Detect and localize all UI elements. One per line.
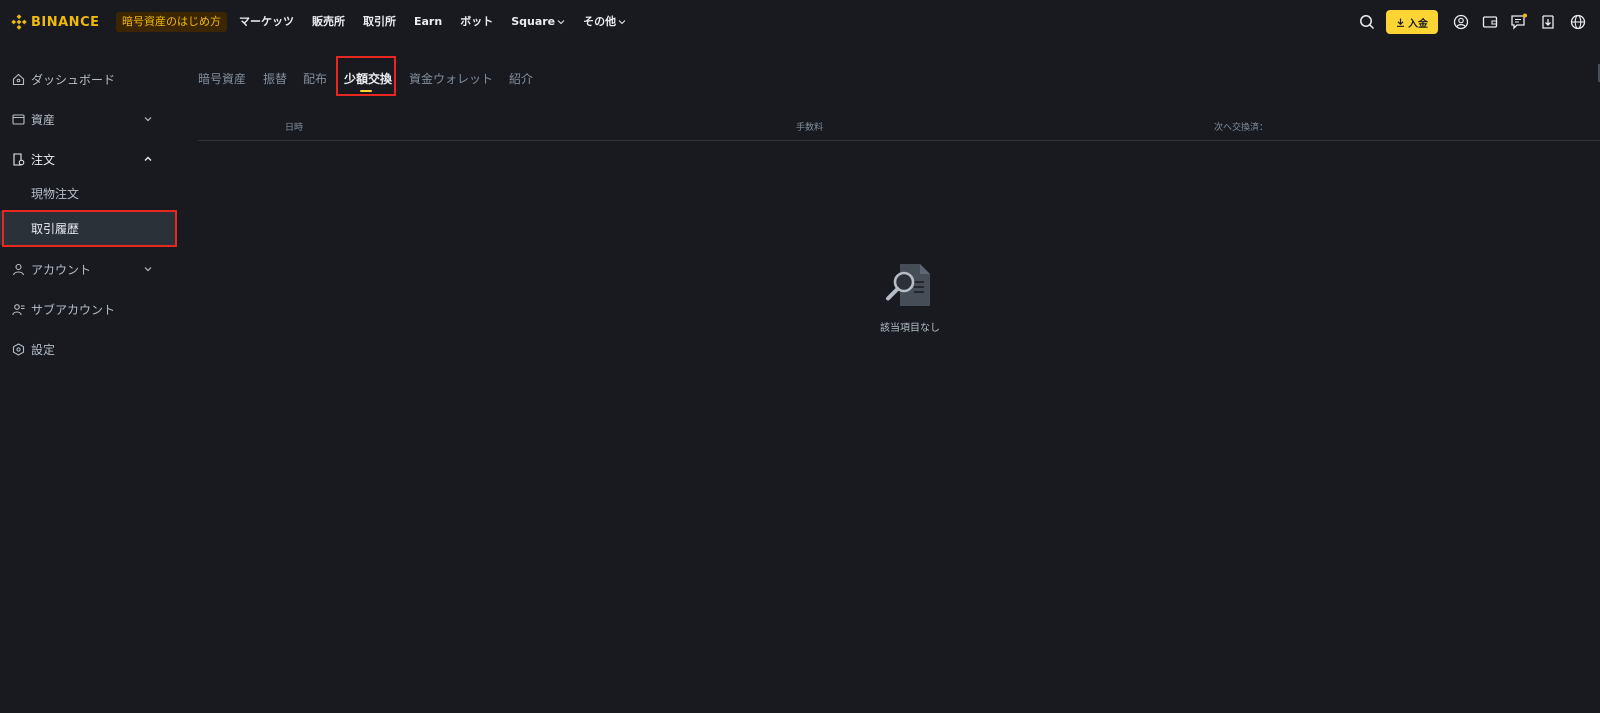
sidebar-item-label: 注文 bbox=[31, 152, 56, 167]
tab-crypto-assets[interactable]: 暗号資産 bbox=[198, 70, 246, 87]
top-bar: BINANCE 暗号資産のはじめ方 マーケッツ 販売所 取引所 Earn ボット… bbox=[0, 0, 1600, 44]
sidebar-subitem-label: 現物注文 bbox=[31, 187, 80, 201]
column-header-converted-to: 次へ交換済： bbox=[1214, 123, 1269, 133]
binance-logo-icon bbox=[11, 14, 27, 30]
nav-exchange[interactable]: 取引所 bbox=[363, 12, 396, 32]
deposit-label: 入金 bbox=[1408, 18, 1428, 30]
brand-name: BINANCE bbox=[31, 14, 100, 30]
active-tab-indicator bbox=[360, 90, 372, 92]
download-icon[interactable] bbox=[1539, 12, 1557, 32]
message-icon[interactable] bbox=[1510, 12, 1528, 32]
sidebar-item-label: アカウント bbox=[31, 262, 92, 277]
sidebar-item-orders[interactable]: 注文 bbox=[0, 146, 175, 172]
user-icon bbox=[11, 262, 25, 276]
sidebar-item-label: 資産 bbox=[31, 112, 56, 127]
nav-label: Earn bbox=[414, 15, 443, 28]
tab-funding-wallet[interactable]: 資金ウォレット bbox=[409, 70, 493, 87]
nav-markets[interactable]: マーケッツ bbox=[239, 12, 294, 32]
chevron-down-icon bbox=[143, 114, 153, 124]
nav-label: その他 bbox=[583, 15, 617, 28]
nav-retail[interactable]: 販売所 bbox=[312, 12, 345, 32]
tab-transfer[interactable]: 振替 bbox=[263, 70, 287, 87]
sidebar-subitem-label: 取引履歴 bbox=[31, 222, 80, 236]
nav-label: 取引所 bbox=[363, 15, 396, 28]
sidebar-item-account[interactable]: アカウント bbox=[0, 256, 175, 282]
nav-label: Square bbox=[511, 15, 556, 28]
globe-icon[interactable] bbox=[1569, 12, 1587, 32]
wallet-icon[interactable] bbox=[1481, 12, 1499, 32]
sidebar-item-assets[interactable]: 資産 bbox=[0, 106, 175, 132]
sidebar-item-label: サブアカウント bbox=[31, 302, 116, 317]
sidebar-item-label: 設定 bbox=[31, 342, 56, 357]
wallet-icon bbox=[11, 112, 25, 126]
empty-state-text: 該当項目なし bbox=[880, 323, 940, 334]
header-tools: 入金 bbox=[1360, 10, 1600, 34]
sidebar-subitem-trade-history[interactable]: 取引履歴 bbox=[0, 211, 175, 245]
home-icon bbox=[11, 72, 25, 86]
tab-referral[interactable]: 紹介 bbox=[509, 70, 533, 87]
chevron-down-icon bbox=[143, 264, 153, 274]
chevron-down-icon bbox=[557, 20, 565, 25]
main-nav: マーケッツ 販売所 取引所 Earn ボット Square その他 bbox=[239, 12, 626, 32]
nav-earn[interactable]: Earn bbox=[414, 12, 442, 32]
tab-small-exchange[interactable]: 少額交換 bbox=[344, 70, 392, 87]
nav-square[interactable]: Square bbox=[511, 12, 565, 32]
sidebar-subitem-spot-orders[interactable]: 現物注文 bbox=[0, 176, 175, 210]
order-icon bbox=[11, 152, 25, 166]
tab-distribution[interactable]: 配布 bbox=[303, 70, 327, 87]
chevron-up-icon bbox=[143, 154, 153, 164]
nav-more[interactable]: その他 bbox=[583, 12, 626, 32]
settings-icon bbox=[11, 342, 25, 356]
column-header-date: 日時 bbox=[285, 123, 304, 133]
column-header-fee: 手数料 bbox=[796, 123, 824, 133]
search-icon[interactable] bbox=[1358, 12, 1376, 32]
sidebar-item-dashboard[interactable]: ダッシュボード bbox=[0, 66, 175, 92]
nav-label: マーケッツ bbox=[239, 15, 294, 28]
no-results-icon bbox=[886, 264, 930, 306]
sidebar-item-label: ダッシュボード bbox=[31, 72, 116, 87]
chevron-down-icon bbox=[618, 20, 626, 25]
download-arrow-icon bbox=[1397, 18, 1404, 27]
empty-state: 該当項目なし bbox=[860, 262, 960, 342]
deposit-button[interactable]: 入金 bbox=[1386, 10, 1438, 34]
nav-label: 販売所 bbox=[312, 15, 345, 28]
promo-link[interactable]: 暗号資産のはじめ方 bbox=[116, 12, 227, 32]
sub-account-icon bbox=[11, 302, 25, 316]
sidebar-item-sub-account[interactable]: サブアカウント bbox=[0, 296, 175, 322]
nav-bot[interactable]: ボット bbox=[460, 12, 493, 32]
table-header: 日時 手数料 次へ交換済： bbox=[198, 114, 1600, 141]
user-icon[interactable] bbox=[1452, 12, 1470, 32]
binance-logo[interactable]: BINANCE bbox=[11, 12, 100, 32]
nav-label: ボット bbox=[460, 15, 494, 28]
sidebar-item-settings[interactable]: 設定 bbox=[0, 336, 175, 362]
